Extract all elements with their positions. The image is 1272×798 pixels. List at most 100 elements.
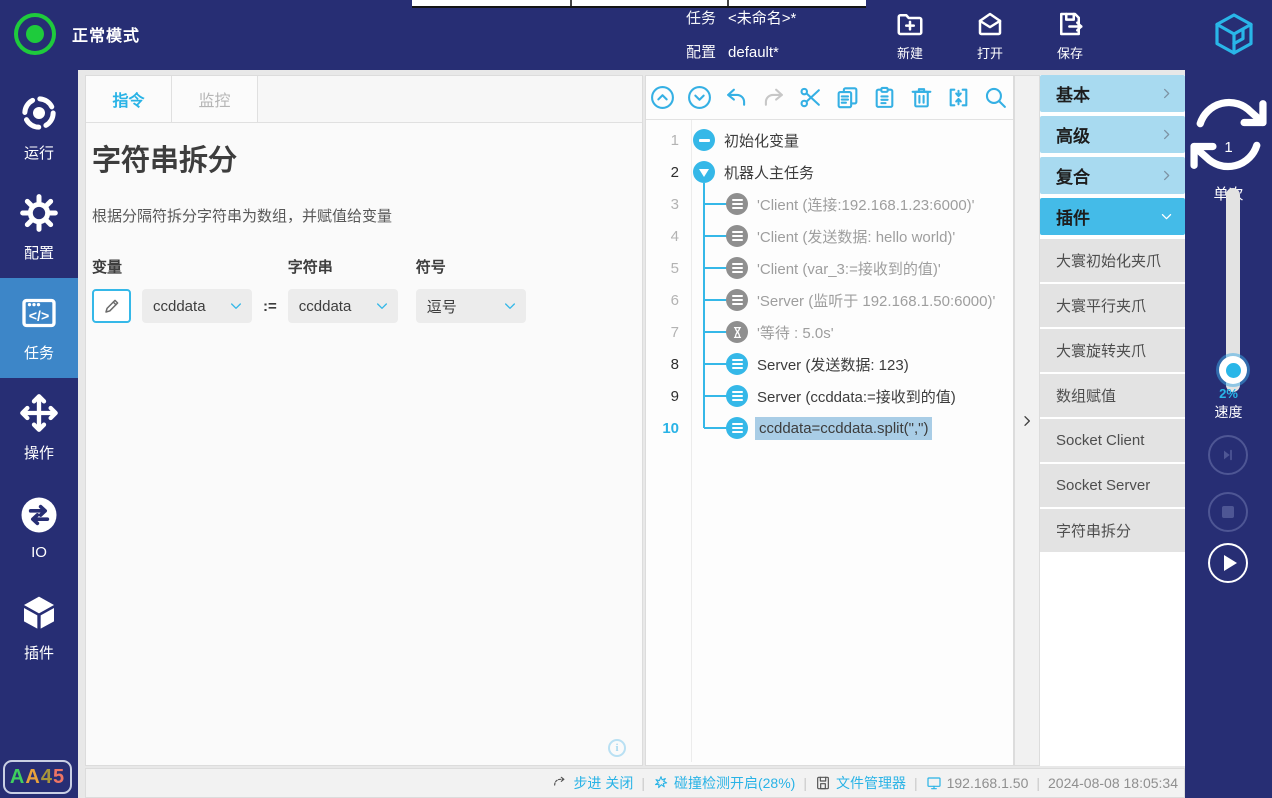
tree-row-5[interactable]: 5'Client (var_3:=接收到的值)' — [646, 252, 1013, 284]
node-wait-icon[interactable] — [726, 321, 748, 343]
collapse-node-button[interactable] — [945, 84, 972, 111]
tree-row-2[interactable]: 2机器人主任务 — [646, 156, 1013, 188]
tree-row-8[interactable]: 8Server (发送数据: 123) — [646, 348, 1013, 380]
line-number: 7 — [646, 324, 691, 341]
tree-row-10[interactable]: 10ccddata=ccddata.split(",") — [646, 412, 1013, 444]
paste-button[interactable] — [871, 84, 898, 111]
disk-icon — [815, 775, 831, 791]
node-command-icon[interactable] — [726, 385, 748, 407]
chevron-right-icon — [1159, 168, 1174, 183]
palette-item-6[interactable]: 字符串拆分 — [1040, 509, 1185, 552]
app-window: 正常模式 任务 <未命名>* 配置 default* 新建打开保存 运行配置</… — [0, 0, 1272, 798]
edit-variable-button[interactable] — [92, 289, 131, 323]
step-next-button[interactable] — [1208, 435, 1248, 475]
info-icon[interactable]: i — [608, 739, 626, 757]
tree-row-4[interactable]: 4'Client (发送数据: hello world)' — [646, 220, 1013, 252]
palette-item-5[interactable]: Socket Server — [1040, 464, 1185, 507]
palette-category-advanced[interactable]: 高级 — [1040, 116, 1185, 153]
search-button[interactable] — [982, 84, 1009, 111]
loop-count: 1 — [1185, 91, 1272, 204]
node-command-icon[interactable] — [726, 193, 748, 215]
chevron-down-icon — [228, 298, 244, 314]
sidebar-item-label: IO — [31, 544, 47, 561]
node-command-icon[interactable] — [726, 353, 748, 375]
palette-category-basic[interactable]: 基本 — [1040, 75, 1185, 112]
target-icon — [19, 93, 59, 133]
sidebar-item-run[interactable]: 运行 — [0, 78, 78, 178]
stop-button[interactable] — [1208, 492, 1248, 532]
variable-select[interactable]: ccddata — [142, 289, 252, 323]
node-command-icon[interactable] — [726, 289, 748, 311]
tree-row-text: 'Client (发送数据: hello world)' — [757, 226, 955, 247]
node-command-icon[interactable] — [726, 417, 748, 439]
tab-monitor[interactable]: 监控 — [172, 76, 258, 122]
folder-plus-icon — [895, 9, 925, 39]
tree-connector — [704, 235, 727, 237]
palette-item-0[interactable]: 大寰初始化夹爪 — [1040, 239, 1185, 282]
cut-button[interactable] — [797, 84, 824, 111]
string-select[interactable]: ccddata — [288, 289, 398, 323]
palette-item-1[interactable]: 大寰平行夹爪 — [1040, 284, 1185, 327]
code-window-icon: </> — [19, 293, 59, 333]
open-button[interactable]: 打开 — [960, 9, 1020, 62]
palette-category-plugin[interactable]: 插件 — [1040, 198, 1185, 235]
sidebar-item-operate[interactable]: 操作 — [0, 378, 78, 478]
config-label: 配置 — [686, 42, 716, 63]
line-number: 10 — [646, 420, 691, 437]
symbol-select[interactable]: 逗号 — [416, 289, 526, 323]
sidebar-item-io[interactable]: IO — [0, 478, 78, 578]
tree-row-6[interactable]: 6'Server (监听于 192.168.1.50:6000)' — [646, 284, 1013, 316]
sidebar-item-task[interactable]: </>任务 — [0, 278, 78, 378]
delete-button[interactable] — [908, 84, 935, 111]
collapse-all-button[interactable] — [649, 84, 676, 111]
palette-item-4[interactable]: Socket Client — [1040, 419, 1185, 462]
page-title: 字符串拆分 — [92, 137, 642, 179]
speed-slider-thumb[interactable] — [1219, 356, 1247, 384]
save-button[interactable]: 保存 — [1040, 9, 1100, 62]
tree-row-text: 机器人主任务 — [724, 162, 814, 183]
tree-row-9[interactable]: 9Server (ccddata:=接收到的值) — [646, 380, 1013, 412]
variable-field-label: 变量 — [92, 256, 252, 277]
loop-mode[interactable]: 1 单次 — [1185, 91, 1272, 204]
node-command-icon[interactable] — [726, 257, 748, 279]
tree-row-7[interactable]: 7'等待 : 5.0s' — [646, 316, 1013, 348]
sidebar-item-plugin[interactable]: 插件 — [0, 578, 78, 678]
undo-button[interactable] — [723, 84, 750, 111]
expand-panel-handle[interactable] — [1014, 75, 1040, 766]
status-bar: 步进 关闭|碰撞检测开启(28%)|文件管理器|192.168.1.50|202… — [85, 768, 1185, 798]
topbar: 正常模式 任务 <未命名>* 配置 default* 新建打开保存 — [0, 0, 1272, 70]
file-manager-button[interactable]: 文件管理器 — [815, 773, 906, 793]
line-number: 9 — [646, 388, 691, 405]
robot-id-badge[interactable]: AA45 — [3, 760, 72, 794]
program-tree: 1初始化变量2机器人主任务3'Client (连接:192.168.1.23:6… — [646, 120, 1013, 762]
tree-row-3[interactable]: 3'Client (连接:192.168.1.23:6000)' — [646, 188, 1013, 220]
tree-row-1[interactable]: 1初始化变量 — [646, 124, 1013, 156]
sidebar-item-config[interactable]: 配置 — [0, 178, 78, 278]
collision-detection-status[interactable]: 碰撞检测开启(28%) — [653, 773, 795, 793]
new-button[interactable]: 新建 — [880, 9, 940, 62]
palette-item-3[interactable]: 数组赋值 — [1040, 374, 1185, 417]
expand-all-button[interactable] — [686, 84, 713, 111]
step-mode-toggle-label: 步进 关闭 — [573, 773, 633, 793]
skip-icon — [1220, 447, 1236, 463]
node-collapse-icon[interactable] — [693, 129, 715, 151]
tab-instruction[interactable]: 指令 — [86, 76, 172, 122]
sidebar-item-label: 配置 — [24, 242, 54, 263]
chevron-down-icon — [374, 298, 390, 314]
copy-button[interactable] — [834, 84, 861, 111]
play-button[interactable] — [1208, 543, 1248, 583]
chevron-right-icon — [1159, 86, 1174, 101]
mode-indicator: 正常模式 — [14, 13, 140, 55]
tree-connector — [704, 299, 727, 301]
ip-address-label: 192.168.1.50 — [947, 775, 1029, 791]
step-mode-toggle[interactable]: 步进 关闭 — [552, 773, 633, 793]
node-expand-icon[interactable] — [693, 161, 715, 183]
palette-category-compound[interactable]: 复合 — [1040, 157, 1185, 194]
node-command-icon[interactable] — [726, 225, 748, 247]
symbol-field-label: 符号 — [416, 256, 526, 277]
palette-item-2[interactable]: 大寰旋转夹爪 — [1040, 329, 1185, 372]
task-config-info: 任务 <未命名>* 配置 default* — [686, 8, 796, 76]
palette-category-label: 基本 — [1056, 81, 1090, 106]
mode-label: 正常模式 — [72, 22, 140, 46]
badge-letter: 4 — [41, 766, 53, 789]
